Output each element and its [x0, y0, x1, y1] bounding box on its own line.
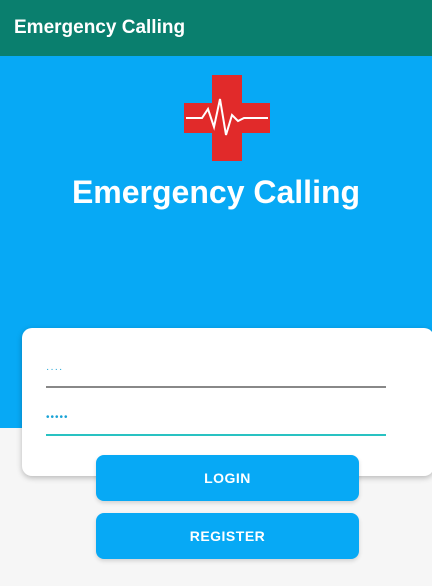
- password-placeholder: •••••: [46, 412, 69, 423]
- login-card: [22, 328, 432, 476]
- password-field[interactable]: •••••: [46, 406, 386, 436]
- username-placeholder: ····: [46, 364, 64, 375]
- register-button[interactable]: REGISTER: [96, 513, 359, 559]
- medical-cross-heartbeat-icon: [184, 75, 270, 161]
- app-bar: Emergency Calling: [0, 0, 432, 56]
- app-bar-title: Emergency Calling: [14, 17, 186, 38]
- username-field[interactable]: ····: [46, 358, 386, 388]
- login-button[interactable]: LOGIN: [96, 455, 359, 501]
- hero-title: Emergency Calling: [71, 174, 361, 210]
